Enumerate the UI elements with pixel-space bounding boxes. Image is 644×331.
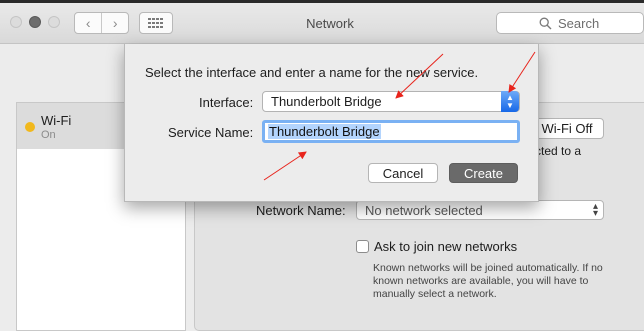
status-dot-icon [25,122,35,132]
service-name-value: Thunderbolt Bridge [268,124,381,139]
updown-chevron-icon: ▴ ▾ [592,201,598,219]
search-field[interactable]: Search [496,12,644,34]
service-name-input[interactable]: Thunderbolt Bridge [262,120,520,143]
updown-chevron-icon: ▲ ▼ [501,91,519,112]
top-strip [0,0,644,3]
show-all-button[interactable] [139,12,173,34]
new-service-sheet: Select the interface and enter a name fo… [124,44,539,202]
grid-icon [148,18,164,28]
interface-label: Interface: [199,95,254,110]
search-icon [539,17,552,30]
back-button[interactable]: ‹ [75,13,101,33]
network-name-value: No network selected [365,202,483,218]
search-placeholder: Search [558,15,600,31]
window-title: Network [306,16,354,31]
forward-button[interactable]: › [101,13,128,33]
service-status: On [41,129,56,141]
interface-select[interactable]: Thunderbolt Bridge ▲ ▼ [262,91,520,112]
back-forward-group: ‹ › [74,12,129,34]
interface-value: Thunderbolt Bridge [271,94,382,109]
zoom-window-button[interactable] [48,16,60,28]
connection-status-text: cted to a [535,144,582,158]
minimize-window-button[interactable] [29,16,41,28]
ask-join-label[interactable]: Ask to join new networks [374,239,517,254]
sheet-message: Select the interface and enter a name fo… [145,65,479,80]
close-window-button[interactable] [10,16,22,28]
wifi-off-button[interactable]: Wi-Fi Off [530,118,604,139]
create-button[interactable]: Create [449,163,518,183]
network-name-select[interactable]: No network selected ▴ ▾ [356,200,604,220]
ask-join-description: Known networks will be joined automatica… [373,262,603,300]
service-name: Wi-Fi [41,113,72,128]
ask-join-checkbox[interactable] [356,240,369,253]
chevron-left-icon: ‹ [85,15,91,31]
title-bar: ‹ › Network Search [0,0,644,44]
cancel-button[interactable]: Cancel [368,163,438,183]
network-name-label: Network Name: [256,203,346,218]
chevron-right-icon: › [112,15,118,31]
service-name-label: Service Name: [168,125,254,140]
